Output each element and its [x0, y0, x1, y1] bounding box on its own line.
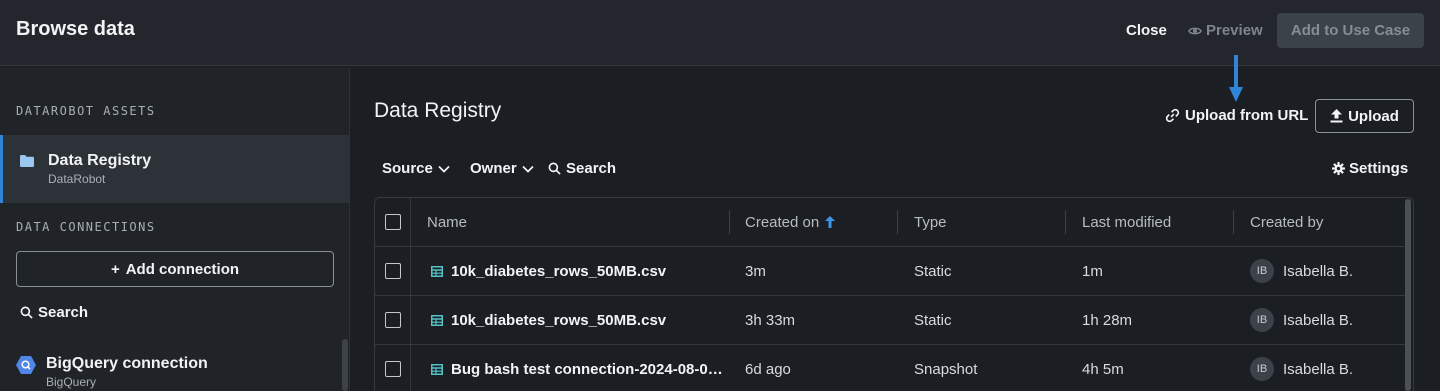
preview-button[interactable]: Preview — [1188, 22, 1263, 39]
chevron-down-icon — [522, 165, 534, 173]
created-by-cell: IB Isabella B. — [1250, 296, 1353, 344]
page-title: Data Registry — [374, 99, 502, 122]
bigquery-icon — [16, 356, 36, 374]
avatar: IB — [1250, 259, 1274, 283]
row-checkbox[interactable] — [385, 312, 401, 328]
table-row[interactable]: 10k_diabetes_rows_50MB.csv 3m Static 1m … — [375, 247, 1405, 296]
plus-icon: + — [110, 260, 120, 278]
sidebar-scrollbar[interactable] — [342, 339, 348, 391]
sort-ascending-icon — [825, 216, 836, 228]
dialog-title: Browse data — [16, 18, 135, 40]
creator-name: Isabella B. — [1283, 262, 1354, 280]
created-on-cell: 6d ago — [745, 360, 791, 378]
file-name: Bug bash test connection-2024-08-0… — [451, 360, 723, 378]
file-name: 10k_diabetes_rows_50MB.csv — [451, 311, 667, 329]
table-header-row: Name Created on Type Last modified Creat… — [375, 198, 1405, 247]
column-header-label: Created on — [745, 213, 820, 231]
upload-from-url-button[interactable]: Upload from URL — [1165, 107, 1308, 124]
table-icon — [431, 314, 443, 326]
last-modified-cell: 1m — [1082, 262, 1103, 280]
data-table: Name Created on Type Last modified Creat… — [374, 197, 1414, 391]
table-icon — [431, 265, 443, 277]
row-checkbox[interactable] — [385, 361, 401, 377]
select-all-checkbox[interactable] — [385, 214, 401, 230]
upload-label: Upload — [1348, 107, 1399, 125]
upload-icon — [1330, 109, 1343, 123]
connections-section-label: DATA CONNECTIONS — [16, 220, 156, 234]
top-header: Browse data Close Preview Add to Use Cas… — [0, 0, 1440, 66]
folder-icon — [20, 155, 34, 167]
upload-from-url-label: Upload from URL — [1185, 107, 1309, 124]
gear-icon — [1332, 162, 1345, 175]
connection-type: BigQuery — [46, 375, 97, 389]
table-search-button[interactable]: Search — [548, 160, 616, 177]
avatar: IB — [1250, 357, 1274, 381]
creator-name: Isabella B. — [1283, 311, 1354, 329]
owner-filter-label: Owner — [470, 160, 517, 177]
sidebar-item-sublabel: DataRobot — [48, 172, 106, 186]
creator-name: Isabella B. — [1283, 360, 1354, 378]
search-icon — [20, 306, 33, 319]
connection-name: BigQuery connection — [46, 355, 208, 372]
file-name-cell[interactable]: Bug bash test connection-2024-08-0… — [431, 345, 723, 391]
source-filter-dropdown[interactable]: Source — [382, 160, 450, 177]
created-on-cell: 3m — [745, 262, 766, 280]
sidebar-search-button[interactable]: Search — [20, 304, 88, 321]
table-row[interactable]: 10k_diabetes_rows_50MB.csv 3h 33m Static… — [375, 296, 1405, 345]
settings-label: Settings — [1349, 160, 1409, 177]
file-name: 10k_diabetes_rows_50MB.csv — [451, 262, 667, 280]
table-search-label: Search — [566, 160, 617, 177]
table-row[interactable]: Bug bash test connection-2024-08-0… 6d a… — [375, 345, 1405, 391]
column-header-last-modified[interactable]: Last modified — [1082, 198, 1171, 246]
created-by-cell: IB Isabella B. — [1250, 345, 1353, 391]
avatar: IB — [1250, 308, 1274, 332]
file-name-cell[interactable]: 10k_diabetes_rows_50MB.csv — [431, 296, 666, 344]
type-cell: Snapshot — [914, 360, 978, 378]
upload-button[interactable]: Upload — [1315, 99, 1414, 133]
owner-filter-dropdown[interactable]: Owner — [470, 160, 534, 177]
assets-section-label: DATAROBOT ASSETS — [16, 104, 156, 118]
created-by-cell: IB Isabella B. — [1250, 247, 1353, 295]
created-on-cell: 3h 33m — [745, 311, 796, 329]
column-header-name[interactable]: Name — [427, 198, 467, 246]
preview-label: Preview — [1206, 22, 1263, 39]
add-connection-label: Add connection — [125, 260, 240, 278]
arrow-down-icon — [1229, 55, 1243, 102]
add-to-use-case-button[interactable]: Add to Use Case — [1277, 13, 1424, 48]
last-modified-cell: 1h 28m — [1082, 311, 1133, 329]
sidebar: DATAROBOT ASSETS Data Registry DataRobot… — [0, 67, 350, 391]
column-header-type[interactable]: Type — [914, 198, 947, 246]
sidebar-search-label: Search — [38, 304, 89, 321]
file-name-cell[interactable]: 10k_diabetes_rows_50MB.csv — [431, 247, 666, 295]
table-icon — [431, 363, 443, 375]
table-scrollbar[interactable] — [1405, 199, 1411, 391]
sidebar-item-label: Data Registry — [48, 152, 152, 169]
settings-button[interactable]: Settings — [1332, 160, 1408, 177]
type-cell: Static — [914, 262, 952, 280]
chevron-down-icon — [438, 165, 450, 173]
row-checkbox[interactable] — [385, 263, 401, 279]
sidebar-item-data-registry[interactable]: Data Registry DataRobot — [0, 135, 350, 203]
link-icon — [1165, 108, 1180, 123]
add-connection-button[interactable]: + Add connection — [16, 251, 334, 287]
source-filter-label: Source — [382, 160, 433, 177]
column-header-created-by[interactable]: Created by — [1250, 198, 1323, 246]
search-icon — [548, 162, 561, 175]
last-modified-cell: 4h 5m — [1082, 360, 1124, 378]
type-cell: Static — [914, 311, 952, 329]
eye-icon — [1188, 27, 1202, 34]
column-header-created-on[interactable]: Created on — [745, 198, 836, 246]
close-button[interactable]: Close — [1126, 22, 1167, 39]
